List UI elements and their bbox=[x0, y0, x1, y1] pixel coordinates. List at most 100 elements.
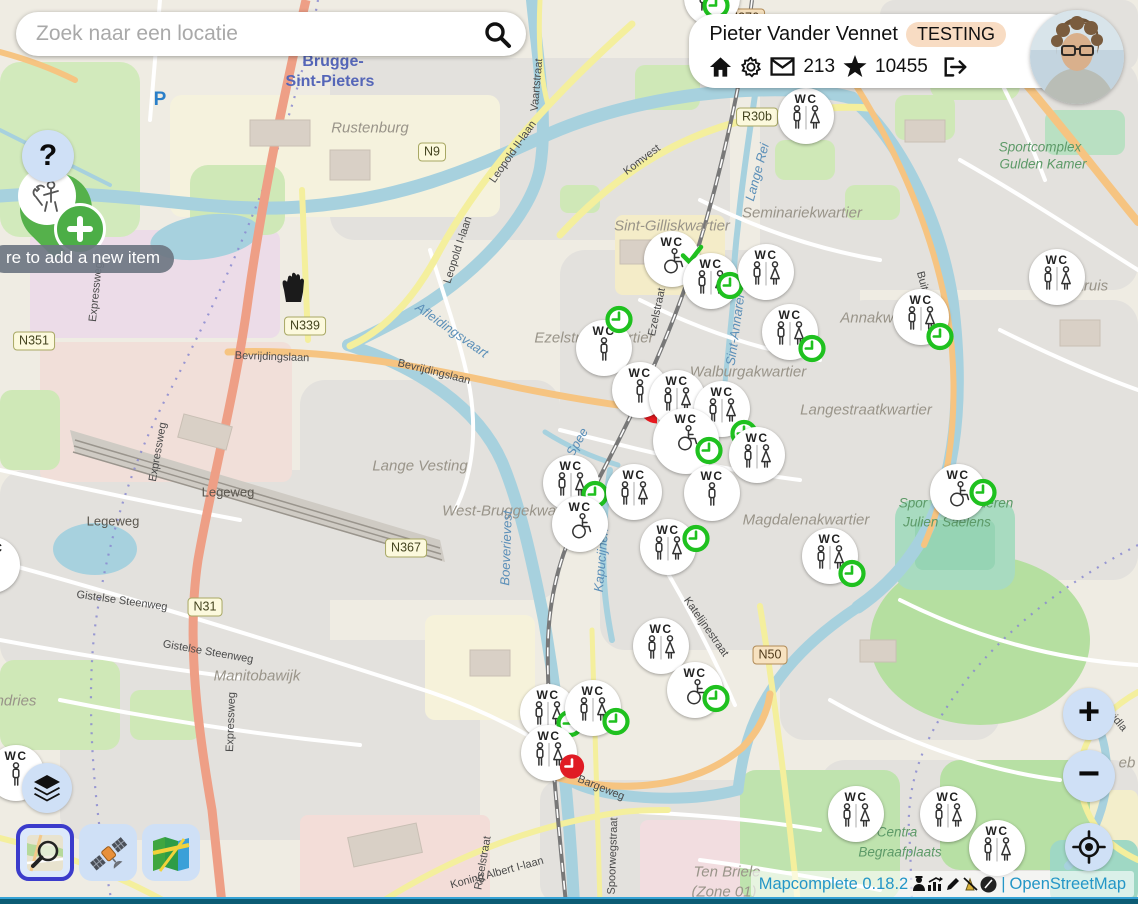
crosshair-icon bbox=[1072, 830, 1106, 864]
theme-satellite-button[interactable] bbox=[79, 824, 137, 881]
road-ref-badge: N9 bbox=[418, 143, 446, 162]
opening-hours-badge bbox=[681, 524, 711, 559]
map-overlay-layer: Brugge-Sint-PietersRustenburgSportcomple… bbox=[0, 0, 1138, 904]
map-marker-toilet-man-woman[interactable]: WC bbox=[802, 528, 858, 584]
map-marker-toilet-man-woman[interactable]: WC bbox=[920, 786, 976, 842]
map-marker-toilet-man-woman[interactable]: WC bbox=[778, 88, 834, 144]
geolocate-button[interactable] bbox=[1065, 823, 1113, 871]
map-label: Manitobawijk bbox=[214, 668, 301, 685]
map-label: eb bbox=[1119, 755, 1136, 772]
opening-hours-badge bbox=[701, 684, 731, 719]
map-marker-toilet-woman[interactable]: WC bbox=[0, 537, 20, 593]
map-marker-toilet-man-woman[interactable]: WC bbox=[893, 289, 949, 345]
road-ref-badge: N31 bbox=[188, 598, 223, 617]
opening-hours-badge bbox=[601, 707, 631, 742]
map-label: Spor bbox=[899, 496, 928, 511]
map-label: Begraafplaats bbox=[858, 845, 941, 860]
statistics-icon[interactable] bbox=[927, 876, 944, 892]
map-label: Gistelse Steenweg bbox=[162, 638, 254, 666]
opening-hours-badge bbox=[968, 478, 998, 513]
map-label: Afleidingsvaart bbox=[413, 299, 491, 360]
map-marker-toilet-wheelchair[interactable]: WC bbox=[930, 464, 986, 520]
openstreetmap-link[interactable]: OpenStreetMap bbox=[1010, 875, 1126, 894]
stars-count: 10455 bbox=[875, 56, 928, 78]
map-marker-toilet-man-woman[interactable]: WC bbox=[640, 519, 696, 575]
map-marker-toilet-wheelchair[interactable]: WC bbox=[552, 496, 608, 552]
satellite-icon bbox=[87, 832, 129, 874]
map-label: Expressweg bbox=[224, 692, 238, 752]
map-marker-toilet-man-woman[interactable]: WC bbox=[521, 725, 577, 781]
map-label: Spoorwegstraat bbox=[606, 817, 621, 894]
mapcomplete-app: Brugge-Sint-PietersRustenburgSportcomple… bbox=[0, 0, 1138, 904]
map-label: Sportcomplex bbox=[999, 140, 1082, 155]
contributors-icon[interactable] bbox=[912, 876, 926, 892]
map-label: Bevrijdingslaan bbox=[235, 350, 310, 365]
search-icon[interactable] bbox=[482, 19, 512, 49]
folded-map-icon bbox=[150, 833, 192, 873]
map-label: Gulden Kamer bbox=[999, 157, 1086, 172]
map-label: Langestraatkwartier bbox=[800, 402, 932, 419]
hand-cursor-icon bbox=[278, 268, 312, 304]
search-input[interactable] bbox=[34, 21, 482, 47]
layers-button[interactable] bbox=[22, 763, 72, 813]
road-ref-badge: N367 bbox=[385, 539, 427, 558]
theme-folded-map-button[interactable] bbox=[142, 824, 200, 881]
add-item-tooltip: re to add a new item bbox=[0, 245, 174, 273]
map-label: Leopold II-laan bbox=[487, 119, 539, 186]
logout-icon[interactable] bbox=[942, 56, 968, 78]
map-label: Vaartstraat bbox=[529, 58, 546, 112]
map-label: Koning Albert I-laan bbox=[449, 855, 545, 891]
opening-hours-badge bbox=[925, 322, 955, 357]
map-label: Walburgakwartier bbox=[690, 364, 806, 381]
home-icon[interactable] bbox=[709, 56, 732, 78]
map-label: Lange Vesting bbox=[372, 458, 467, 475]
license-icon[interactable] bbox=[962, 876, 979, 892]
osm-map-magnifier-icon bbox=[25, 833, 65, 873]
zoom-out-label: − bbox=[1078, 755, 1100, 797]
user-box[interactable]: Pieter Vander Vennet TESTING 213 10 bbox=[689, 14, 1076, 88]
map-label: Legeweg bbox=[202, 485, 255, 500]
opening-hours-badge bbox=[797, 334, 827, 369]
attribution-bar: Mapcomplete 0.18.2 bbox=[751, 871, 1134, 897]
map-label: ndries bbox=[0, 693, 36, 710]
opening-hours-badge bbox=[558, 753, 586, 786]
road-ref-badge: N339 bbox=[284, 317, 326, 336]
help-button[interactable]: ? bbox=[22, 130, 74, 182]
map-marker-toilet-man-woman[interactable]: WC bbox=[683, 253, 739, 309]
map-marker-toilet-man-woman[interactable]: WC bbox=[828, 786, 884, 842]
messages-count: 213 bbox=[803, 56, 835, 78]
zoom-in-button[interactable]: + bbox=[1063, 688, 1115, 740]
map-label: Sint-Pieters bbox=[286, 73, 375, 91]
map-label: Bevrijdingslaan bbox=[396, 357, 471, 387]
edit-icon[interactable] bbox=[945, 876, 961, 892]
user-name: Pieter Vander Vennet bbox=[709, 23, 898, 46]
attribution-icons bbox=[912, 876, 997, 893]
road-ref-badge: R30b bbox=[736, 108, 778, 127]
theme-osm-map-button[interactable] bbox=[16, 824, 74, 881]
map-label: Spee bbox=[563, 425, 591, 459]
attribution-separator: | bbox=[1001, 875, 1005, 894]
road-ref-badge: N50 bbox=[753, 646, 788, 665]
map-marker-toilet-wheelchair[interactable]: WC bbox=[667, 662, 723, 718]
map-marker-toilet-man-woman[interactable]: WC bbox=[729, 427, 785, 483]
map-label: Gistelse Steenweg bbox=[76, 589, 168, 614]
map-marker-toilet-man-woman[interactable]: WC bbox=[738, 244, 794, 300]
map-marker-toilet-man-woman[interactable]: WC bbox=[606, 464, 662, 520]
map-marker-toilet-man-woman[interactable]: WC bbox=[1029, 249, 1085, 305]
map-label: Boeverievest bbox=[497, 510, 515, 586]
map-label: Lange Rei bbox=[742, 141, 772, 202]
avatar[interactable] bbox=[1030, 10, 1124, 104]
messages-icon[interactable] bbox=[770, 57, 795, 76]
opening-hours-badge bbox=[604, 305, 634, 340]
map-label: Ezelstraat bbox=[646, 287, 668, 337]
location-search-bar bbox=[16, 12, 526, 56]
testing-badge: TESTING bbox=[906, 22, 1006, 47]
map-marker-toilet-man-woman[interactable]: WC bbox=[762, 304, 818, 360]
map-label: Expressweg bbox=[147, 421, 169, 482]
osm-logo-icon[interactable] bbox=[980, 876, 997, 893]
map-marker-toilet-man-woman[interactable]: WC bbox=[969, 820, 1025, 876]
mapcomplete-version-link[interactable]: Mapcomplete 0.18.2 bbox=[759, 875, 909, 894]
zoom-out-button[interactable]: − bbox=[1063, 750, 1115, 802]
gear-icon[interactable] bbox=[740, 56, 762, 78]
star-icon[interactable] bbox=[843, 55, 867, 78]
